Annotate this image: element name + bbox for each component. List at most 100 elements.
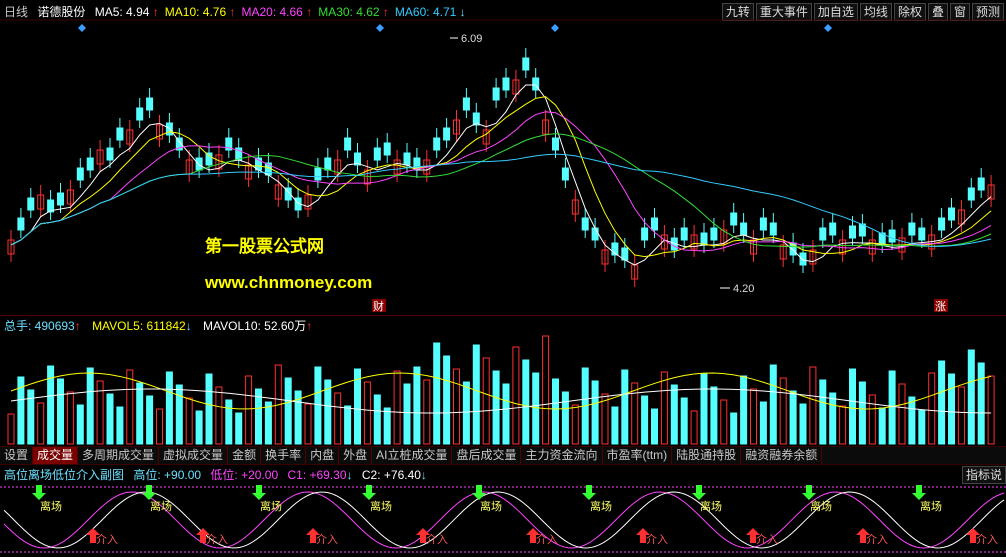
exit-arrow-icon xyxy=(692,485,706,500)
candle-body xyxy=(829,222,837,236)
volume-bar xyxy=(631,382,639,445)
volume-bar xyxy=(393,370,401,445)
exit-arrow-icon xyxy=(912,485,926,500)
candle-body xyxy=(314,167,322,181)
indicator-tab[interactable]: AI立桩成交量 xyxy=(372,447,453,464)
volume-bar xyxy=(146,395,154,445)
exit-label: 离场 xyxy=(260,499,282,513)
indicator-panel[interactable]: 高位离场低位介入副图 高位: +90.00 低位: +20.00 C1: +69… xyxy=(0,465,1006,557)
candle-body xyxy=(849,225,856,239)
indicator-tab[interactable]: 换手率 xyxy=(261,447,307,464)
indicator-chart[interactable]: 离场介入 离场介入 离场介入 离场介入 离场介入 离场介入 离场介入 离场介入 离场介入 xyxy=(0,465,1006,557)
volume-bar xyxy=(799,403,807,445)
candle-body xyxy=(918,227,926,241)
volume-bar xyxy=(938,360,946,445)
indicator-tab[interactable]: 虚拟成交量 xyxy=(159,447,229,464)
candle-body xyxy=(57,192,64,206)
volume-bars[interactable] xyxy=(0,316,1006,447)
volume-bar xyxy=(591,380,599,445)
volume-bar xyxy=(918,409,926,445)
candle-body xyxy=(977,177,985,191)
volume-bar xyxy=(878,407,886,445)
moving-average-line xyxy=(10,133,992,248)
candle-body xyxy=(908,222,916,236)
event-label: 涨 xyxy=(935,300,946,313)
indicator-tab[interactable]: 设置 xyxy=(0,447,34,464)
volume-bar xyxy=(898,383,906,445)
volume-bar xyxy=(76,404,84,445)
entry-label: 介入 xyxy=(756,533,778,546)
indicator-tab[interactable]: 成交量 xyxy=(33,447,79,464)
candle-body xyxy=(76,167,84,181)
indicator-tab[interactable]: 金额 xyxy=(228,447,262,464)
volume-bar xyxy=(86,367,94,445)
volume-bar xyxy=(403,383,411,445)
volume-bar xyxy=(928,372,936,445)
volume-bar xyxy=(383,407,391,445)
entry-label: 介入 xyxy=(536,533,558,546)
exit-label: 离场 xyxy=(810,499,832,513)
candle-body xyxy=(17,217,25,231)
indicator-tab[interactable]: 市盈率(ttm) xyxy=(603,447,673,464)
candle-body xyxy=(27,197,35,211)
volume-bar xyxy=(967,349,975,445)
candle-body xyxy=(938,217,946,231)
volume-bar xyxy=(680,397,688,445)
volume-bar xyxy=(413,366,421,445)
indicator-tab[interactable]: 外盘 xyxy=(339,447,373,464)
volume-bar xyxy=(670,384,678,445)
candle-body xyxy=(462,97,470,111)
volume-bar xyxy=(245,375,253,445)
exit-label: 离场 xyxy=(920,499,942,513)
candle-body xyxy=(116,127,124,141)
volume-bar xyxy=(977,362,985,445)
candle-body xyxy=(730,212,738,226)
volume-bar xyxy=(502,383,510,445)
indicator-tab[interactable]: 多周期成交量 xyxy=(78,447,160,464)
candle-body xyxy=(344,137,352,151)
exit-arrow-icon xyxy=(32,485,46,500)
volume-bar xyxy=(512,346,520,445)
volume-bar xyxy=(363,381,371,445)
moving-average-line xyxy=(10,153,992,247)
volume-bar xyxy=(156,408,163,445)
indicator-tab[interactable]: 主力资金流向 xyxy=(521,447,603,464)
indicator-tab[interactable]: 陆股通持股 xyxy=(672,447,742,464)
volume-bar xyxy=(116,406,124,445)
indicator-tab[interactable]: 内盘 xyxy=(306,447,340,464)
candle-body xyxy=(373,147,381,161)
volume-bar xyxy=(37,402,45,445)
volume-bar xyxy=(651,408,658,445)
candlestick-chart[interactable]: 6.09 4.20 财 涨 第一股票公式网 www.chnmoney.com xyxy=(0,0,1006,315)
event-marker-icon xyxy=(78,24,86,32)
candle-body xyxy=(799,252,807,266)
exit-label: 离场 xyxy=(370,499,392,513)
entry-label: 介入 xyxy=(866,533,888,546)
volume-bar xyxy=(373,394,381,445)
volume-bar xyxy=(868,394,876,445)
candle-body xyxy=(552,137,559,151)
volume-bar xyxy=(839,405,847,445)
candle-body xyxy=(740,222,748,236)
volume-bar xyxy=(264,401,272,445)
volume-bar xyxy=(225,399,233,445)
candle-body xyxy=(324,157,332,171)
volume-bar xyxy=(304,403,312,445)
price-panel[interactable]: 日线 诺德股份 MA5: 4.94 ↑ MA10: 4.76 ↑ MA20: 4.6… xyxy=(0,0,1006,315)
entry-label: 介入 xyxy=(316,533,338,546)
entry-label: 介入 xyxy=(206,533,228,546)
volume-bar xyxy=(433,342,441,445)
candle-body xyxy=(641,227,649,241)
volume-bar xyxy=(205,373,213,445)
indicator-tab[interactable]: 融资融券余额 xyxy=(741,447,823,464)
volume-bar xyxy=(987,375,995,445)
candle-body xyxy=(680,227,688,241)
entry-label: 介入 xyxy=(976,533,998,546)
candle-body xyxy=(492,87,500,101)
volume-panel[interactable]: 总手: 490693↑ MAVOL5: 611842↓ MAVOL10: 52.… xyxy=(0,315,1006,447)
event-marker-icon xyxy=(824,24,832,32)
candle-body xyxy=(967,187,975,201)
exit-label: 离场 xyxy=(700,499,722,513)
indicator-tab[interactable]: 盘后成交量 xyxy=(452,447,522,464)
candle-body xyxy=(769,222,777,236)
